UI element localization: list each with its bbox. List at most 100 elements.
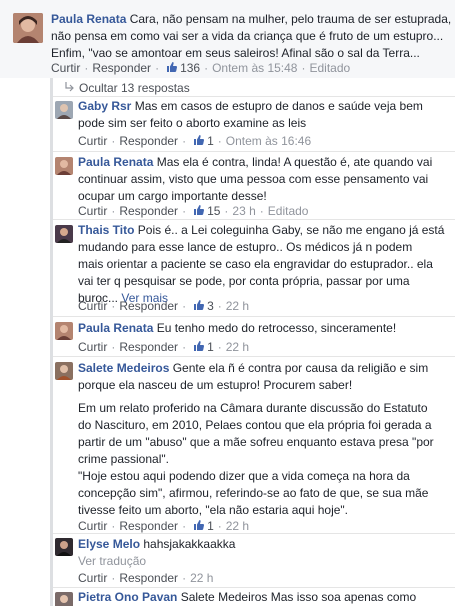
reply-line: vai ter q pesquisar se pode, por conta p…: [78, 274, 410, 288]
divider: [53, 533, 455, 534]
like-count[interactable]: 1: [207, 134, 214, 148]
thumbs-up-icon: [193, 134, 205, 146]
reply-button[interactable]: Responder: [119, 519, 178, 533]
like-count[interactable]: 15: [207, 204, 220, 218]
like-button[interactable]: Curtir: [78, 340, 107, 354]
reply-text: Salete Medeiros Gente ela ñ é contra por…: [78, 360, 428, 394]
reply-text: Thais Tito Pois é.. a Lei coleguinha Gab…: [78, 222, 444, 307]
timestamp[interactable]: 22 h: [190, 571, 213, 585]
reply-line: Mas em casos de estupro de danos e saúde…: [131, 99, 423, 113]
avatar-photo: [55, 362, 73, 380]
reply-line: mudando para esse lance de estupro.. Os …: [78, 240, 413, 254]
reply-line: Salete Medeiros Mas isso soa apenas como: [177, 590, 417, 604]
reply-author[interactable]: Pietra Ono Pavan: [78, 590, 177, 604]
reply-button[interactable]: Responder: [119, 340, 178, 354]
timestamp[interactable]: Ontem às 16:46: [226, 134, 311, 148]
reply-button[interactable]: Responder: [119, 571, 178, 585]
reply-author[interactable]: Gaby Rsr: [78, 99, 131, 113]
reply-line: mais orientar a paciente se caso ela eng…: [78, 257, 433, 271]
like-count[interactable]: 136: [180, 61, 200, 75]
edited-label: Editado: [267, 204, 309, 218]
reply-text: Elyse Melo hahsjakakkaakka Ver tradução: [78, 536, 235, 570]
avatar-photo: [55, 101, 73, 119]
divider: [53, 219, 455, 220]
like-button[interactable]: Curtir: [78, 571, 107, 585]
reply-line: hahsjakakkaakka: [140, 537, 236, 551]
comment-actions: Curtir · Responder · 136 · Ontem às 15:48 · Edit…: [51, 61, 351, 75]
thumbs-up-icon: [193, 299, 205, 311]
thumbs-up-icon: [193, 519, 205, 531]
divider: [53, 316, 455, 317]
like-button[interactable]: Curtir: [78, 134, 107, 148]
thumbs-up-icon: [166, 61, 178, 73]
reply-button[interactable]: Responder: [119, 204, 178, 218]
reply-author[interactable]: Thais Tito: [78, 223, 134, 237]
divider: [53, 587, 455, 588]
timestamp[interactable]: 23 h: [232, 204, 255, 218]
avatar-photo: [13, 13, 43, 43]
like-button[interactable]: Curtir: [78, 519, 107, 533]
timestamp[interactable]: 22 h: [226, 340, 249, 354]
reply-actions: Curtir · Responder · 3 · 22 h: [78, 299, 250, 313]
like-button[interactable]: Curtir: [51, 61, 80, 75]
reply-actions: Curtir · Responder · 1 · Ontem às 16:46: [78, 134, 312, 148]
reply-line: continuar assim, visto que uma pessoa co…: [78, 172, 429, 186]
divider: [53, 151, 455, 152]
timestamp[interactable]: 22 h: [226, 299, 249, 313]
reply-author[interactable]: Elyse Melo: [78, 537, 140, 551]
reply-actions: Curtir · Responder · 22 h: [78, 571, 214, 585]
edited-label: Editado: [309, 61, 351, 75]
avatar[interactable]: [55, 362, 73, 380]
reply-paragraph: Em um relato proferido na Câmara durante…: [78, 400, 434, 468]
reply-line: Em um relato proferido na Câmara durante…: [78, 401, 428, 415]
reply-button[interactable]: Responder: [92, 61, 151, 75]
avatar-photo: [55, 322, 73, 340]
like-count[interactable]: 3: [207, 299, 214, 313]
reply-actions: Curtir · Responder · 15 · 23 h · Editado: [78, 204, 309, 218]
avatar[interactable]: [55, 322, 73, 340]
reply-button[interactable]: Responder: [119, 299, 178, 313]
avatar[interactable]: [13, 13, 43, 43]
like-button[interactable]: Curtir: [78, 299, 107, 313]
reply-line: "Hoje estou aqui podendo dizer que a vid…: [78, 469, 410, 483]
avatar[interactable]: [55, 225, 73, 243]
reply-line: pode sim ser feito o aborto examine as l…: [78, 116, 307, 130]
avatar-photo: [55, 157, 73, 175]
like-count[interactable]: 1: [207, 519, 214, 533]
avatar-photo: [55, 225, 73, 243]
reply-author[interactable]: Salete Medeiros: [78, 361, 169, 375]
avatar[interactable]: [55, 538, 73, 556]
reply-line: crime passional".: [78, 452, 169, 466]
reply-line: Gente ela ñ é contra por causa da religi…: [169, 361, 429, 375]
like-button[interactable]: Curtir: [78, 204, 107, 218]
avatar-photo: [55, 592, 73, 606]
reply-text: Paula Renata Eu tenho medo do retrocesso…: [78, 320, 396, 337]
comment-author[interactable]: Paula Renata: [51, 12, 126, 26]
hide-replies-link[interactable]: Ocultar 13 respostas: [64, 81, 190, 95]
avatar[interactable]: [55, 101, 73, 119]
reply-paragraph: "Hoje estou aqui podendo dizer que a vid…: [78, 468, 428, 519]
reply-author[interactable]: Paula Renata: [78, 321, 153, 335]
avatar[interactable]: [55, 157, 73, 175]
reply-text: Pietra Ono Pavan Salete Medeiros Mas iss…: [78, 589, 416, 606]
reply-button[interactable]: Responder: [119, 134, 178, 148]
reply-author[interactable]: Paula Renata: [78, 155, 153, 169]
divider: [53, 96, 455, 97]
thumbs-up-icon: [193, 204, 205, 216]
like-count[interactable]: 1: [207, 340, 214, 354]
thumbs-up-icon: [193, 340, 205, 352]
reply-line: do Nascituro, em 2010, Pelaes contou que…: [78, 418, 432, 432]
reply-line: partir de um "abuso" que a mãe sofreu en…: [78, 435, 434, 449]
see-translation-link[interactable]: Ver tradução: [78, 553, 235, 570]
comment-text: Paula Renata Cara, não pensam na mulher,…: [51, 11, 451, 62]
avatar[interactable]: [55, 592, 73, 606]
corner-arrow-icon: [64, 81, 74, 92]
reply-line: porque ela nasceu de um estupro! Procure…: [78, 378, 353, 392]
comment-line: Cara, não pensam na mulher, pelo trauma …: [126, 12, 452, 26]
timestamp[interactable]: Ontem às 15:48: [212, 61, 297, 75]
avatar-photo: [55, 538, 73, 556]
hide-replies-label[interactable]: Ocultar 13 respostas: [79, 81, 190, 95]
divider: [53, 356, 455, 357]
reply-line: Mas ela é contra, linda! A questão é, at…: [153, 155, 433, 169]
timestamp[interactable]: 22 h: [226, 519, 249, 533]
